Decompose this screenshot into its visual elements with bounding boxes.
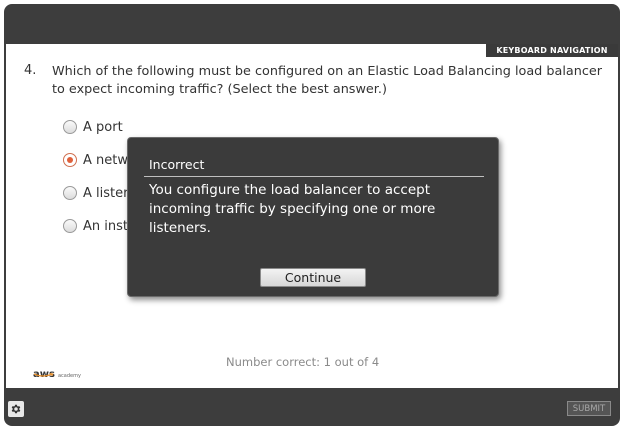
academy-logo-text: academy: [57, 373, 81, 379]
question-text: Which of the following must be configure…: [52, 64, 603, 97]
radio-button[interactable]: [63, 186, 77, 200]
keyboard-navigation-button[interactable]: KEYBOARD NAVIGATION: [486, 44, 618, 57]
feedback-dialog: Incorrect You configure the load balance…: [127, 137, 499, 297]
bottom-bar: [4, 388, 620, 426]
radio-button[interactable]: [63, 120, 77, 134]
question-number: 4.: [24, 63, 37, 78]
score-text: Number correct: 1 out of 4: [226, 355, 380, 369]
gear-icon: [11, 404, 21, 414]
answer-option-3[interactable]: A lister: [63, 183, 128, 203]
feedback-message: You configure the load balancer to accep…: [149, 182, 436, 236]
answer-option-label: A netw: [83, 152, 128, 168]
answer-option-4[interactable]: An inst: [63, 216, 128, 236]
divider: [144, 176, 484, 177]
frame-right-border: [618, 40, 620, 390]
aws-smile-icon: [33, 373, 54, 377]
settings-button[interactable]: [8, 401, 24, 417]
feedback-title: Incorrect: [149, 157, 205, 172]
answer-option-label: A port: [83, 119, 123, 135]
radio-button[interactable]: [63, 219, 77, 233]
answer-option-1[interactable]: A port: [63, 117, 123, 137]
answer-option-label: An inst: [83, 218, 128, 234]
continue-button[interactable]: Continue: [260, 268, 366, 287]
answer-option-2[interactable]: A netw: [63, 150, 128, 170]
submit-button[interactable]: SUBMIT: [567, 401, 611, 416]
top-bar: [4, 4, 620, 44]
frame-left-border: [4, 40, 6, 390]
answer-option-label: A lister: [83, 185, 129, 201]
radio-button-selected[interactable]: [63, 153, 77, 167]
aws-academy-logo: aws academy: [33, 362, 81, 380]
